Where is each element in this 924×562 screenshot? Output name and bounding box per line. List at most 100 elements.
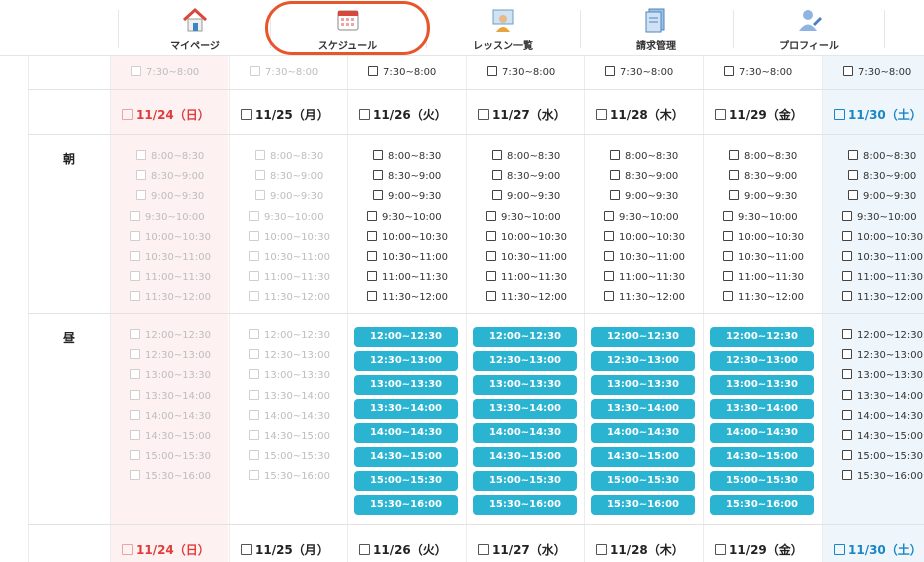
slot-checkbox[interactable] [604,291,614,302]
slot-checkbox[interactable] [723,210,733,221]
slot-checkbox[interactable] [842,271,852,282]
booked-slot-button[interactable]: 14:00~14:30 [591,423,695,443]
time-slot[interactable]: 13:00~13:30 [842,369,923,381]
slot-checkbox[interactable] [848,190,858,201]
slot-checkbox[interactable] [723,291,733,302]
booked-slot-button[interactable]: 15:00~15:30 [591,471,695,491]
booked-slot-button[interactable]: 15:30~16:00 [354,495,458,515]
slot-checkbox[interactable] [492,170,502,181]
slot-checkbox[interactable] [373,190,383,201]
booked-slot-button[interactable]: 12:00~12:30 [591,327,695,347]
booked-slot-button[interactable]: 13:30~14:00 [354,399,458,419]
time-slot[interactable]: 9:00~9:30 [492,190,560,202]
time-slot[interactable]: 13:30~14:00 [842,389,923,402]
time-slot[interactable]: 11:30~12:00 [604,291,685,303]
time-slot[interactable]: 10:00~10:30 [842,230,923,243]
date-header[interactable]: 11/25（月） [241,106,329,123]
booked-slot-button[interactable]: 12:30~13:00 [591,351,695,371]
slot-checkbox[interactable] [723,230,733,241]
booked-slot-button[interactable]: 14:00~14:30 [710,423,814,443]
slot-checkbox[interactable] [610,170,620,181]
date-checkbox[interactable] [596,544,607,555]
slot-checkbox[interactable] [367,230,377,241]
date-checkbox[interactable] [596,109,607,120]
time-slot[interactable]: 10:30~11:00 [723,251,804,263]
slot-checkbox[interactable] [604,230,614,241]
booked-slot-button[interactable]: 14:00~14:30 [354,423,458,443]
time-slot[interactable]: 10:30~11:00 [367,251,448,263]
time-slot[interactable]: 7:30~8:00 [368,66,436,78]
slot-checkbox[interactable] [486,291,496,302]
date-header[interactable]: 11/26（火） [359,541,447,558]
date-checkbox[interactable] [122,109,133,120]
slot-checkbox[interactable] [373,170,383,181]
slot-checkbox[interactable] [842,230,852,241]
slot-checkbox[interactable] [842,409,852,420]
time-slot[interactable]: 11:00~11:30 [486,271,567,283]
time-slot[interactable]: 8:30~9:00 [610,170,678,182]
date-checkbox[interactable] [241,109,252,120]
slot-checkbox[interactable] [368,66,378,76]
time-slot[interactable]: 7:30~8:00 [487,66,555,78]
slot-checkbox[interactable] [367,210,377,221]
nav-item-profile[interactable]: プロフィール [754,0,864,55]
time-slot[interactable]: 8:30~9:00 [729,170,797,182]
time-slot[interactable]: 10:30~11:00 [486,251,567,263]
time-slot[interactable]: 9:00~9:30 [729,190,797,202]
slot-checkbox[interactable] [604,271,614,282]
nav-item-lessons[interactable]: レッスン一覧 [448,0,558,55]
time-slot[interactable]: 8:00~8:30 [373,150,441,162]
booked-slot-button[interactable]: 14:30~15:00 [473,447,577,467]
slot-checkbox[interactable] [605,66,615,76]
booked-slot-button[interactable]: 12:30~13:00 [473,351,577,371]
time-slot[interactable]: 15:30~16:00 [842,470,923,482]
time-slot[interactable]: 8:00~8:30 [729,150,797,162]
booked-slot-button[interactable]: 13:30~14:00 [710,399,814,419]
time-slot[interactable]: 9:00~9:30 [848,190,916,202]
date-header[interactable]: 11/25（月） [241,541,329,558]
booked-slot-button[interactable]: 13:00~13:30 [354,375,458,395]
slot-checkbox[interactable] [842,430,852,440]
time-slot[interactable]: 11:00~11:30 [842,271,923,283]
slot-checkbox[interactable] [724,66,734,76]
booked-slot-button[interactable]: 12:30~13:00 [710,351,814,371]
date-header[interactable]: 11/29（金） [715,106,803,123]
slot-checkbox[interactable] [842,251,852,261]
date-checkbox[interactable] [478,544,489,555]
booked-slot-button[interactable]: 13:00~13:30 [473,375,577,395]
booked-slot-button[interactable]: 14:30~15:00 [710,447,814,467]
date-checkbox[interactable] [359,109,370,120]
time-slot[interactable]: 10:00~10:30 [604,230,685,243]
booked-slot-button[interactable]: 14:30~15:00 [591,447,695,467]
booked-slot-button[interactable]: 12:00~12:30 [354,327,458,347]
time-slot[interactable]: 11:00~11:30 [604,271,685,283]
time-slot[interactable]: 10:00~10:30 [367,230,448,243]
time-slot[interactable]: 9:30~10:00 [486,210,561,223]
slot-checkbox[interactable] [492,150,502,160]
date-header[interactable]: 11/29（金） [715,541,803,558]
time-slot[interactable]: 11:30~12:00 [723,291,804,303]
time-slot[interactable]: 7:30~8:00 [605,66,673,78]
time-slot[interactable]: 8:00~8:30 [848,150,916,162]
slot-checkbox[interactable] [367,251,377,261]
booked-slot-button[interactable]: 15:30~16:00 [710,495,814,515]
slot-checkbox[interactable] [842,389,852,400]
nav-item-mypage[interactable]: マイページ [140,0,250,55]
time-slot[interactable]: 11:00~11:30 [367,271,448,283]
slot-checkbox[interactable] [842,329,852,339]
slot-checkbox[interactable] [842,369,852,380]
slot-checkbox[interactable] [842,291,852,302]
booked-slot-button[interactable]: 13:00~13:30 [710,375,814,395]
slot-checkbox[interactable] [367,271,377,282]
slot-checkbox[interactable] [729,190,739,201]
slot-checkbox[interactable] [604,210,614,221]
date-header[interactable]: 11/26（火） [359,106,447,123]
time-slot[interactable]: 9:30~10:00 [723,210,798,223]
time-slot[interactable]: 11:30~12:00 [842,291,923,303]
booked-slot-button[interactable]: 15:30~16:00 [473,495,577,515]
slot-checkbox[interactable] [729,150,739,160]
booked-slot-button[interactable]: 12:00~12:30 [473,327,577,347]
slot-checkbox[interactable] [843,66,853,76]
slot-checkbox[interactable] [848,150,858,160]
time-slot[interactable]: 9:30~10:00 [367,210,442,223]
